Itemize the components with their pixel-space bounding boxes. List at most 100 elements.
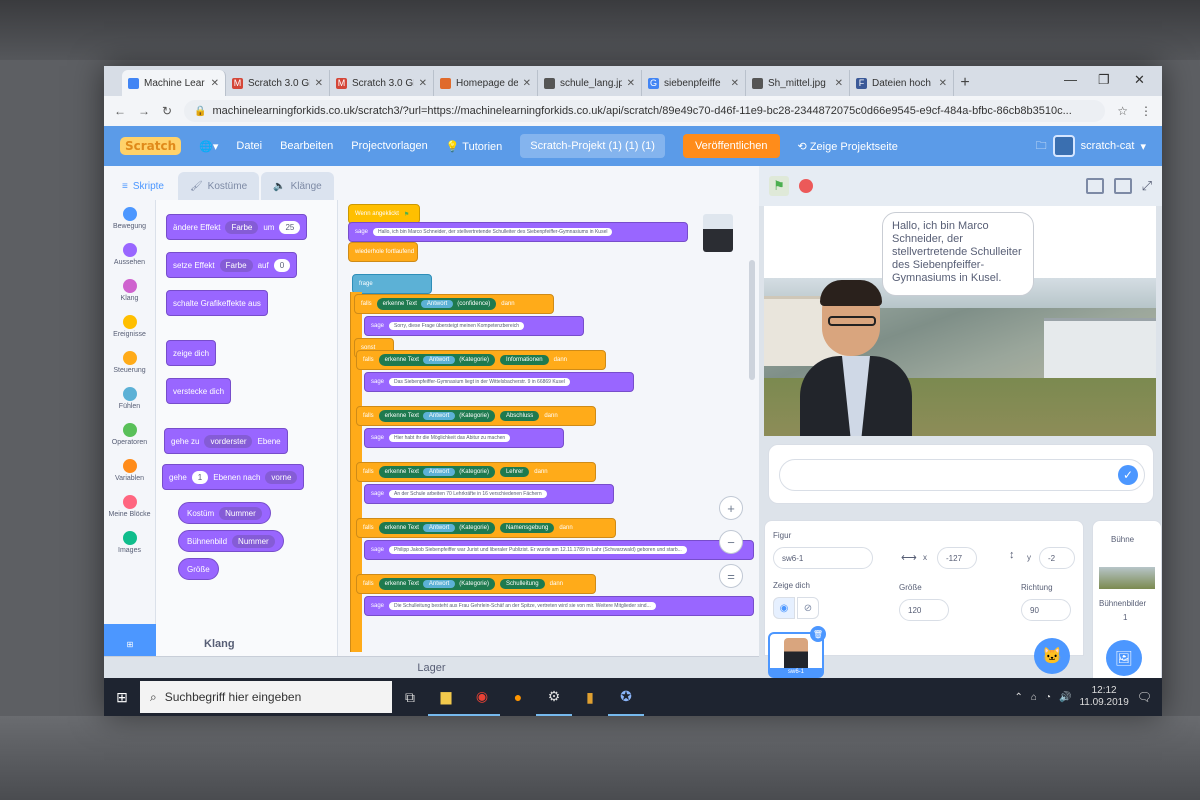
menu-file[interactable]: Datei <box>236 140 262 152</box>
category-sensing[interactable]: Fühlen <box>104 380 155 416</box>
close-icon[interactable]: ✕ <box>523 78 531 89</box>
block-show[interactable]: zeige dich <box>166 340 217 366</box>
reporter-size[interactable]: Größe <box>178 558 219 580</box>
tab-costumes[interactable]: 🖌 Kostüme <box>177 172 260 200</box>
block-say-answer[interactable]: sage Das Siebenpfeiffer-Gymnasium liegt i… <box>364 372 634 392</box>
block-say-answer[interactable]: sage Die Schulleitung besteht aus Frau Ge… <box>364 596 754 616</box>
block-say-answer[interactable]: sage Hier habt ihr die Möglichkeit das Ab… <box>364 428 564 448</box>
category-looks[interactable]: Aussehen <box>104 236 155 272</box>
say-text-input[interactable]: Hier habt ihr die Möglichkeit das Abitur… <box>389 434 511 442</box>
answer-reporter[interactable]: Antwort <box>422 580 456 588</box>
browser-menu-icon[interactable]: ⋮ <box>1140 104 1152 118</box>
ml-recognise-reporter[interactable]: erkenne Text Antwort (Kategorie) <box>378 522 495 534</box>
large-stage-icon[interactable] <box>1113 178 1132 194</box>
script-scrollbar[interactable] <box>749 260 755 380</box>
green-flag-icon[interactable]: ⚑ <box>769 176 789 196</box>
ml-recognise-reporter[interactable]: erkenne Text Antwort (Kategorie) <box>378 354 495 366</box>
size-field[interactable]: 120 <box>899 599 949 621</box>
add-backdrop-button[interactable]: 🖼 <box>1106 640 1142 676</box>
close-icon[interactable]: ✕ <box>315 78 323 89</box>
chrome-icon[interactable]: ◉ <box>464 678 500 716</box>
browser-tab[interactable]: Sh_mittel.jpg ✕ <box>746 70 850 96</box>
category-events[interactable]: Ereignisse <box>104 308 155 344</box>
block-hide[interactable]: verstecke dich <box>166 378 232 404</box>
sprite-person[interactable] <box>800 278 912 436</box>
category-variables[interactable]: Variablen <box>104 452 155 488</box>
close-window-icon[interactable]: ✕ <box>1134 72 1145 88</box>
maximize-icon[interactable]: ❐ <box>1098 72 1110 88</box>
wifi-icon[interactable]: ◔ <box>1045 692 1051 703</box>
menu-tutorials[interactable]: 💡 Tutorien <box>446 140 503 153</box>
bookmark-star-icon[interactable]: ☆ <box>1117 104 1128 118</box>
block-set-effect[interactable]: setze Effekt Farbe auf 0 <box>166 252 298 278</box>
layer-dropdown[interactable]: vorderster <box>204 434 253 448</box>
say-text-input[interactable]: Sorry, diese Frage übersteigt meinen Kom… <box>389 322 524 330</box>
close-icon[interactable]: ✕ <box>835 78 843 89</box>
category-sound[interactable]: Klang <box>104 272 155 308</box>
tab-scripts[interactable]: ≡ Skripte <box>110 172 176 200</box>
forward-icon[interactable]: → <box>138 104 150 118</box>
category-label-reporter[interactable]: Lehrer <box>499 467 530 477</box>
add-sprite-button[interactable]: 🐱 <box>1034 638 1070 674</box>
block-go-layers[interactable]: gehe 1 Ebenen nach vorne <box>162 464 305 490</box>
windows-start-icon[interactable]: ⊞ <box>104 678 140 716</box>
category-images[interactable]: Images <box>104 524 155 560</box>
category-operators[interactable]: Operatoren <box>104 416 155 452</box>
ml-recognise-reporter[interactable]: erkenne Text Antwort (Kategorie) <box>378 466 495 478</box>
notification-icon[interactable]: 🗨 <box>1137 690 1152 704</box>
category-label-reporter[interactable]: Informationen <box>499 355 549 365</box>
block-forever[interactable]: wiederhole fortlaufend <box>348 242 418 262</box>
category-label-reporter[interactable]: Abschluss <box>499 411 540 421</box>
tab-sounds[interactable]: 🔈 Klänge <box>261 172 334 200</box>
zoom-out-icon[interactable]: − <box>719 530 743 554</box>
number-input[interactable]: 1 <box>191 470 209 484</box>
scratch-logo[interactable]: Scratch <box>120 137 182 155</box>
network-icon[interactable]: ⌂ <box>1031 692 1037 703</box>
block-ask[interactable]: frage <box>352 274 432 294</box>
block-say[interactable]: sage Hallo, ich bin Marco Schneider, der … <box>348 222 688 242</box>
back-icon[interactable]: ← <box>114 104 126 118</box>
browser-tab[interactable]: Homepage de ✕ <box>434 70 538 96</box>
say-text-input[interactable]: Hallo, ich bin Marco Schneider, der stel… <box>373 228 613 236</box>
ml-recognise-reporter[interactable]: erkenne Text Antwort (Kategorie) <box>378 578 495 590</box>
answer-reporter[interactable]: Antwort <box>422 468 456 476</box>
close-icon[interactable]: ✕ <box>939 78 947 89</box>
menu-edit[interactable]: Bearbeiten <box>280 140 333 152</box>
block-say-answer[interactable]: sage An der Schule arbeiten 70 Lehrkräfte… <box>364 484 614 504</box>
close-icon[interactable]: ✕ <box>211 78 219 89</box>
zoom-in-icon[interactable]: + <box>719 496 743 520</box>
sprite-name-field[interactable]: sw6-1 <box>773 547 873 569</box>
close-icon[interactable]: ✕ <box>731 78 739 89</box>
say-text-input[interactable]: An der Schule arbeiten 70 Lehrkräfte in … <box>389 490 547 498</box>
browser-tab[interactable]: M Scratch 3.0 GL ✕ <box>330 70 434 96</box>
category-my-blocks[interactable]: Meine Blöcke <box>104 488 155 524</box>
new-tab-button[interactable]: + <box>954 70 976 96</box>
reporter-costume[interactable]: Kostüm Nummer <box>178 502 271 524</box>
script-area[interactable]: Wenn angeklickt ⚑ sage Hallo, ich bin Marc… <box>338 200 759 656</box>
task-view-icon[interactable]: ⧉ <box>392 678 428 716</box>
close-icon[interactable]: ✕ <box>627 78 635 89</box>
say-text-input[interactable]: Das Siebenpfeiffer-Gymnasium liegt in de… <box>389 378 570 386</box>
folder-icon[interactable]: 🗀 <box>1036 137 1047 156</box>
browser-tab[interactable]: Machine Lear ✕ <box>122 70 226 96</box>
direction-dropdown[interactable]: vorne <box>265 470 298 484</box>
block-say-answer[interactable]: sage Philipp Jakob Siebenpfeiffer war Jur… <box>364 540 754 560</box>
backpack-bar[interactable]: Lager <box>104 656 759 678</box>
reporter-backdrop[interactable]: Bühnenbild Nummer <box>178 530 284 552</box>
app-icon[interactable]: ▮ <box>572 678 608 716</box>
scratch-app-icon[interactable]: ✪ <box>608 678 644 716</box>
browser-tab[interactable]: F Dateien hoch ✕ <box>850 70 954 96</box>
browser-tab[interactable]: M Scratch 3.0 GL ✕ <box>226 70 330 96</box>
answer-reporter[interactable]: Antwort <box>422 412 456 420</box>
browser-tab[interactable]: schule_lang.jp ✕ <box>538 70 642 96</box>
chevron-up-icon[interactable]: ⌃ <box>1015 692 1023 703</box>
block-say-sorry[interactable]: sage Sorry, diese Frage übersteigt meinen… <box>364 316 584 336</box>
direction-field[interactable]: 90 <box>1021 599 1071 621</box>
user-menu[interactable]: 🗀 scratch-cat ▾ <box>1036 135 1146 157</box>
check-icon[interactable]: ✓ <box>1118 465 1138 485</box>
category-motion[interactable]: Bewegung <box>104 200 155 236</box>
firefox-icon[interactable]: ● <box>500 678 536 716</box>
block-go-to-layer[interactable]: gehe zu vorderster Ebene <box>164 428 288 454</box>
block-if-category[interactable]: falls erkenne Text Antwort (Kategorie) Lehre… <box>356 462 596 482</box>
category-label-reporter[interactable]: Namensgebung <box>499 523 555 533</box>
